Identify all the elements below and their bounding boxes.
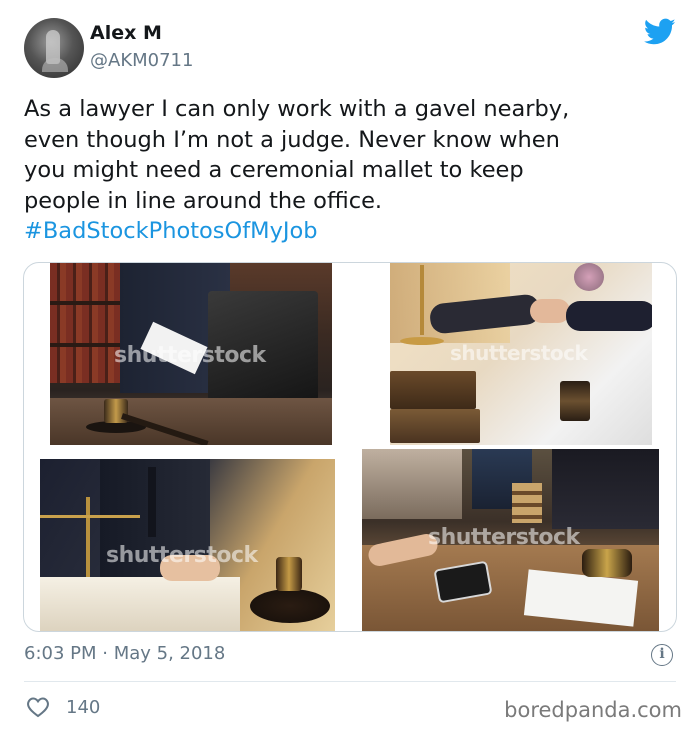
like-count: 140 <box>66 696 101 718</box>
info-icon[interactable]: i <box>651 644 673 666</box>
user-handle[interactable]: @AKM0711 <box>90 50 193 71</box>
tweet-text-line: even though I’m not a judge. Never know … <box>24 126 560 153</box>
avatar-figure-base <box>42 58 68 72</box>
avatar[interactable] <box>24 18 84 78</box>
photo-meeting[interactable]: shutterstock <box>362 449 659 631</box>
divider <box>24 681 676 682</box>
twitter-bird-icon[interactable] <box>644 18 676 46</box>
photo-watermark: shutterstock <box>106 543 258 568</box>
hashtag-link[interactable]: #BadStockPhotosOfMyJob <box>24 216 676 247</box>
photo-watermark: shutterstock <box>450 341 588 365</box>
tweet-text-line: As a lawyer I can only work with a gavel… <box>24 96 570 122</box>
photo-watermark: shutterstock <box>114 343 266 368</box>
source-credit: boredpanda.com <box>504 698 682 722</box>
tweet-text: As a lawyer I can only work with a gavel… <box>24 94 676 247</box>
tweet-timestamp[interactable]: 6:03 PM · May 5, 2018 <box>24 643 225 664</box>
tweet-text-line: you might need a ceremonial mallet to ke… <box>24 157 524 183</box>
photo-handshake[interactable]: shutterstock <box>390 263 652 445</box>
tweet-text-line: people in line around the office. <box>24 187 383 214</box>
heart-icon[interactable] <box>26 696 50 718</box>
photo-watermark: shutterstock <box>428 525 580 550</box>
like-action[interactable]: 140 <box>26 694 100 720</box>
tweet-header: Alex M @AKM0711 <box>24 18 676 80</box>
photo-briefcase[interactable]: shutterstock <box>50 263 332 445</box>
photo-signing[interactable]: shutterstock <box>40 459 335 631</box>
media-collage[interactable]: shutterstock shutterstock shutterstock s… <box>23 262 677 632</box>
display-name[interactable]: Alex M <box>90 22 162 44</box>
